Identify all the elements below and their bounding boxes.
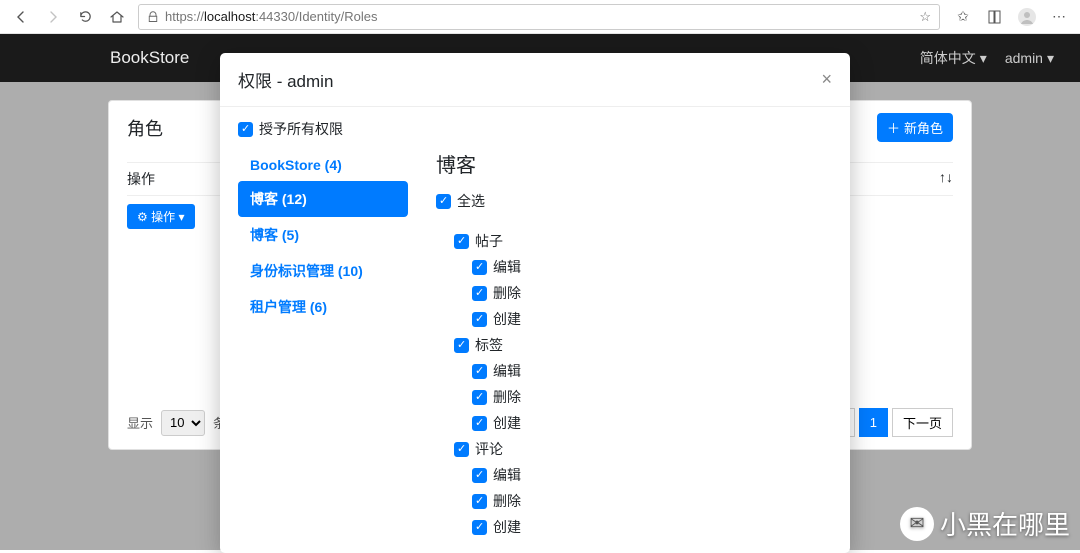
watermark: ✉ 小黑在哪里 <box>900 505 1070 542</box>
permission-label: 删除 <box>493 283 521 303</box>
permission-label: 创建 <box>493 413 521 433</box>
permissions-modal: 权限 - admin × 授予所有权限 BookStore (4)博客 (12)… <box>220 53 850 553</box>
permission-tree: 帖子编辑删除创建标签编辑删除创建评论编辑删除创建 <box>436 228 832 540</box>
more-icon[interactable]: ⋯ <box>1044 2 1074 32</box>
category-item[interactable]: 博客 (5) <box>238 217 408 253</box>
page-size-select[interactable]: 10 <box>161 410 205 436</box>
row-actions-dropdown[interactable]: ⚙ 操作 ▾ <box>127 204 195 229</box>
permission-checkbox[interactable] <box>472 468 487 483</box>
select-all-label: 全选 <box>457 191 485 211</box>
permission-row[interactable]: 评论 <box>436 436 832 462</box>
refresh-button[interactable] <box>70 2 100 32</box>
back-button[interactable] <box>6 2 36 32</box>
chevron-down-icon: ▾ <box>1047 50 1054 67</box>
permission-row[interactable]: 创建 <box>436 306 832 332</box>
new-role-button[interactable]: ＋新角色 <box>877 113 953 142</box>
permission-checkbox[interactable] <box>472 364 487 379</box>
permission-checkbox[interactable] <box>472 390 487 405</box>
plus-icon: ＋ <box>887 118 900 137</box>
collections-icon[interactable] <box>980 2 1010 32</box>
page-title: 角色 <box>127 115 163 141</box>
user-dropdown[interactable]: admin ▾ <box>1005 50 1054 67</box>
home-button[interactable] <box>102 2 132 32</box>
permission-row[interactable]: 编辑 <box>436 462 832 488</box>
modal-title: 权限 - admin <box>238 67 333 92</box>
category-list: BookStore (4)博客 (12)博客 (5)身份标识管理 (10)租户管… <box>238 149 408 541</box>
permission-label: 编辑 <box>493 361 521 381</box>
chevron-down-icon: ▾ <box>178 210 184 224</box>
permission-checkbox[interactable] <box>472 312 487 327</box>
next-page-button[interactable]: 下一页 <box>892 408 953 437</box>
permission-label: 评论 <box>475 439 503 459</box>
permission-checkbox[interactable] <box>454 234 469 249</box>
panel-title: 博客 <box>436 149 832 178</box>
permissions-panel: 博客 全选 帖子编辑删除创建标签编辑删除创建评论编辑删除创建 <box>436 149 832 541</box>
permission-checkbox[interactable] <box>454 338 469 353</box>
page-1-button[interactable]: 1 <box>859 408 888 437</box>
permission-checkbox[interactable] <box>472 286 487 301</box>
permission-row[interactable]: 删除 <box>436 488 832 514</box>
permission-label: 删除 <box>493 387 521 407</box>
permission-label: 删除 <box>493 491 521 511</box>
favorite-icon[interactable]: ☆ <box>919 9 931 25</box>
grant-all-checkbox[interactable] <box>238 122 253 137</box>
category-item[interactable]: 租户管理 (6) <box>238 289 408 325</box>
category-item[interactable]: BookStore (4) <box>238 149 408 181</box>
permission-row[interactable]: 删除 <box>436 384 832 410</box>
permission-checkbox[interactable] <box>472 416 487 431</box>
chevron-down-icon: ▾ <box>980 50 987 67</box>
gear-icon: ⚙ <box>137 210 148 224</box>
permission-label: 帖子 <box>475 231 503 251</box>
close-icon[interactable]: × <box>821 69 832 90</box>
permission-checkbox[interactable] <box>472 520 487 535</box>
permission-row[interactable]: 编辑 <box>436 358 832 384</box>
category-item[interactable]: 身份标识管理 (10) <box>238 253 408 289</box>
select-all-row[interactable]: 全选 <box>436 188 832 214</box>
permission-checkbox[interactable] <box>472 260 487 275</box>
permission-checkbox[interactable] <box>454 442 469 457</box>
permission-row[interactable]: 创建 <box>436 514 832 540</box>
address-bar[interactable]: https://localhost:44330/Identity/Roles ☆ <box>138 4 940 30</box>
favorites-icon[interactable]: ✩ <box>948 2 978 32</box>
permission-row[interactable]: 编辑 <box>436 254 832 280</box>
forward-button[interactable] <box>38 2 68 32</box>
permission-label: 创建 <box>493 517 521 537</box>
lock-icon <box>147 11 159 23</box>
browser-toolbar: https://localhost:44330/Identity/Roles ☆… <box>0 0 1080 34</box>
permission-label: 标签 <box>475 335 503 355</box>
permission-row[interactable]: 帖子 <box>436 228 832 254</box>
permission-checkbox[interactable] <box>472 494 487 509</box>
grant-all-label: 授予所有权限 <box>259 119 343 139</box>
profile-icon[interactable] <box>1012 2 1042 32</box>
col-actions: 操作 <box>127 169 155 189</box>
show-label: 显示 <box>127 413 153 432</box>
grant-all-row[interactable]: 授予所有权限 <box>238 119 832 139</box>
wechat-icon: ✉ <box>900 507 934 541</box>
permission-label: 编辑 <box>493 465 521 485</box>
brand[interactable]: BookStore <box>110 48 189 68</box>
select-all-checkbox[interactable] <box>436 194 451 209</box>
lang-dropdown[interactable]: 简体中文 ▾ <box>920 48 987 68</box>
permission-label: 创建 <box>493 309 521 329</box>
permission-row[interactable]: 创建 <box>436 410 832 436</box>
permission-row[interactable]: 删除 <box>436 280 832 306</box>
category-item[interactable]: 博客 (12) <box>238 181 408 217</box>
url-text: https://localhost:44330/Identity/Roles <box>165 9 377 24</box>
sort-icon[interactable]: ↑↓ <box>939 169 953 189</box>
permission-label: 编辑 <box>493 257 521 277</box>
permission-row[interactable]: 标签 <box>436 332 832 358</box>
